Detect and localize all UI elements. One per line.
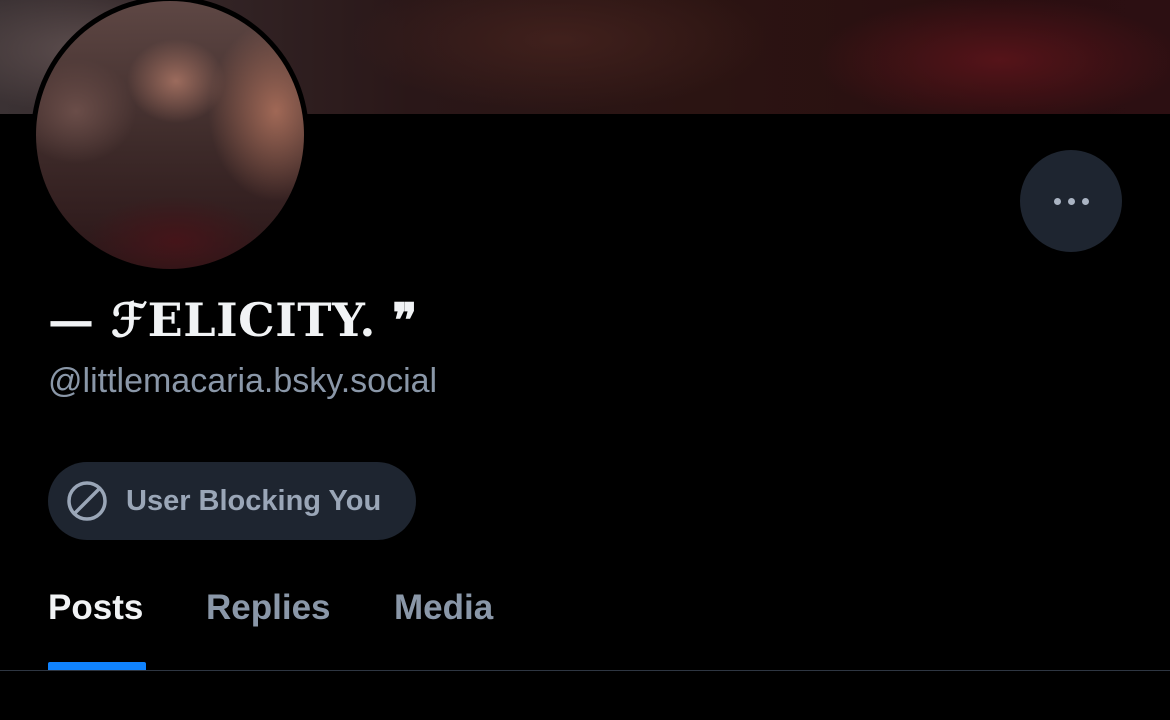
block-icon xyxy=(67,481,107,521)
user-handle: @littlemacaria.bsky.social xyxy=(48,362,438,400)
profile-tabs: Posts Replies Media xyxy=(0,580,1170,672)
profile-page: — ℱELICITY. ❞ @littlemacaria.bsky.social… xyxy=(0,0,1170,720)
ellipsis-icon xyxy=(1053,197,1089,205)
user-blocking-you-badge[interactable]: User Blocking You xyxy=(48,462,416,540)
tab-media[interactable]: Media xyxy=(394,580,493,672)
tab-posts[interactable]: Posts xyxy=(48,580,143,672)
display-name: — ℱELICITY. ❞ xyxy=(48,293,418,347)
blocking-status-label: User Blocking You xyxy=(126,484,382,517)
avatar[interactable] xyxy=(36,1,304,269)
tabs-divider xyxy=(0,670,1170,671)
tab-replies[interactable]: Replies xyxy=(206,580,331,672)
more-options-button[interactable] xyxy=(1020,150,1122,252)
